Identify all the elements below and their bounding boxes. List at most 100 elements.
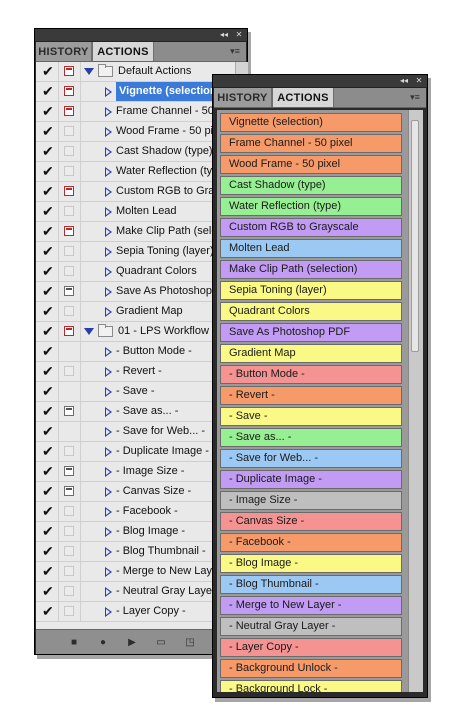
- dialog-toggle-icon[interactable]: [64, 366, 74, 376]
- action-set-label[interactable]: 01 - LPS Workflow: [118, 322, 209, 341]
- checkmark-icon[interactable]: ✔: [42, 123, 54, 139]
- toggle-item-cell[interactable]: ✔: [36, 382, 59, 401]
- toggle-item-cell[interactable]: ✔: [36, 162, 59, 181]
- action-button[interactable]: Sepia Toning (layer): [220, 281, 402, 300]
- collapse-triangle-icon[interactable]: [105, 367, 112, 377]
- collapse-triangle-icon[interactable]: [105, 347, 112, 357]
- collapse-triangle-icon[interactable]: [105, 307, 112, 317]
- checkmark-icon[interactable]: ✔: [42, 563, 54, 579]
- action-row[interactable]: ✔ - Blog Thumbnail -: [36, 542, 235, 562]
- action-button[interactable]: - Image Size -: [220, 491, 402, 510]
- checkmark-icon[interactable]: ✔: [42, 483, 54, 499]
- action-label[interactable]: Cast Shadow (type): [116, 142, 213, 161]
- panel-menu-icon[interactable]: ▾≡: [226, 42, 244, 61]
- action-button[interactable]: - Save -: [220, 407, 402, 426]
- action-label[interactable]: - Save -: [116, 382, 155, 401]
- checkmark-icon[interactable]: ✔: [42, 543, 54, 559]
- action-label[interactable]: Wood Frame - 50 pixel: [116, 122, 227, 141]
- action-row[interactable]: ✔ Wood Frame - 50 pixel: [36, 122, 235, 142]
- action-button[interactable]: - Duplicate Image -: [220, 470, 402, 489]
- collapse-triangle-icon[interactable]: [105, 487, 112, 497]
- toggle-item-cell[interactable]: ✔: [36, 302, 59, 321]
- dialog-toggle-icon[interactable]: [64, 286, 74, 296]
- action-row[interactable]: ✔ - Layer Copy -: [36, 602, 235, 622]
- checkmark-icon[interactable]: ✔: [42, 463, 54, 479]
- checkmark-icon[interactable]: ✔: [42, 323, 54, 339]
- checkmark-icon[interactable]: ✔: [42, 183, 54, 199]
- action-button[interactable]: - Button Mode -: [220, 365, 402, 384]
- action-button[interactable]: Wood Frame - 50 pixel: [220, 155, 402, 174]
- toggle-dialog-cell[interactable]: [58, 122, 81, 141]
- action-button[interactable]: Molten Lead: [220, 239, 402, 258]
- action-button[interactable]: - Canvas Size -: [220, 512, 402, 531]
- toggle-dialog-cell[interactable]: [58, 382, 81, 401]
- action-label[interactable]: - Image Size -: [116, 462, 184, 481]
- action-row[interactable]: ✔ - Blog Image -: [36, 522, 235, 542]
- record-icon[interactable]: ●: [95, 630, 111, 654]
- close-icon[interactable]: ✕: [233, 30, 245, 40]
- toggle-dialog-cell[interactable]: [58, 482, 81, 501]
- dialog-toggle-icon[interactable]: [64, 246, 74, 256]
- action-label[interactable]: - Canvas Size -: [116, 482, 191, 501]
- action-button[interactable]: - Revert -: [220, 386, 402, 405]
- action-button[interactable]: Make Clip Path (selection): [220, 260, 402, 279]
- checkmark-icon[interactable]: ✔: [42, 303, 54, 319]
- toggle-item-cell[interactable]: ✔: [36, 362, 59, 381]
- checkmark-icon[interactable]: ✔: [42, 163, 54, 179]
- action-button[interactable]: Water Reflection (type): [220, 197, 402, 216]
- toggle-dialog-cell[interactable]: [58, 142, 81, 161]
- action-row[interactable]: ✔ - Duplicate Image -: [36, 442, 235, 462]
- expand-triangle-icon[interactable]: [84, 328, 94, 335]
- toggle-item-cell[interactable]: ✔: [36, 602, 59, 621]
- dialog-toggle-icon[interactable]: [64, 166, 74, 176]
- action-label[interactable]: Quadrant Colors: [116, 262, 197, 281]
- action-label[interactable]: Vignette (selection): [116, 82, 224, 101]
- action-row[interactable]: ✔ - Save as... -: [36, 402, 235, 422]
- collapse-icon[interactable]: ◂◂: [217, 30, 231, 40]
- action-row[interactable]: ✔ Custom RGB to Grayscale: [36, 182, 235, 202]
- collapse-triangle-icon[interactable]: [105, 147, 112, 157]
- dialog-toggle-icon[interactable]: [64, 606, 74, 616]
- action-row[interactable]: ✔ - Merge to New Layer -: [36, 562, 235, 582]
- panel-titlebar[interactable]: ◂◂ ✕: [35, 29, 247, 42]
- action-label[interactable]: Molten Lead: [116, 202, 177, 221]
- action-row[interactable]: ✔ Water Reflection (type): [36, 162, 235, 182]
- collapse-triangle-icon[interactable]: [105, 607, 112, 617]
- new-set-icon[interactable]: ▭: [153, 630, 169, 654]
- collapse-triangle-icon[interactable]: [105, 127, 112, 137]
- toggle-item-cell[interactable]: ✔: [36, 442, 59, 461]
- toggle-dialog-cell[interactable]: [58, 102, 81, 121]
- action-row[interactable]: ✔ - Save for Web... -: [36, 422, 235, 442]
- toggle-item-cell[interactable]: ✔: [36, 222, 59, 241]
- scrollbar[interactable]: [408, 110, 423, 692]
- dialog-toggle-icon[interactable]: [64, 406, 74, 416]
- dialog-toggle-icon[interactable]: [64, 566, 74, 576]
- toggle-dialog-cell[interactable]: [58, 302, 81, 321]
- collapse-triangle-icon[interactable]: [105, 267, 112, 277]
- toggle-dialog-cell[interactable]: [58, 442, 81, 461]
- close-icon[interactable]: ✕: [413, 76, 425, 86]
- checkmark-icon[interactable]: ✔: [42, 523, 54, 539]
- action-button[interactable]: Gradient Map: [220, 344, 402, 363]
- collapse-triangle-icon[interactable]: [105, 587, 112, 597]
- checkmark-icon[interactable]: ✔: [42, 403, 54, 419]
- checkmark-icon[interactable]: ✔: [42, 143, 54, 159]
- collapse-triangle-icon[interactable]: [105, 547, 112, 557]
- tab-actions[interactable]: ACTIONS: [92, 42, 154, 61]
- action-button[interactable]: - Blog Image -: [220, 554, 402, 573]
- toggle-dialog-cell[interactable]: [58, 522, 81, 541]
- dialog-toggle-icon[interactable]: [64, 126, 74, 136]
- toggle-dialog-cell[interactable]: [58, 282, 81, 301]
- collapse-triangle-icon[interactable]: [105, 527, 112, 537]
- action-set-row[interactable]: ✔ 01 - LPS Workflow: [36, 322, 235, 342]
- action-button[interactable]: - Neutral Gray Layer -: [220, 617, 402, 636]
- scrollbar-thumb[interactable]: [411, 120, 419, 352]
- action-row[interactable]: ✔ Vignette (selection): [36, 82, 235, 102]
- tab-actions[interactable]: ACTIONS: [272, 88, 334, 107]
- action-row[interactable]: ✔ Sepia Toning (layer): [36, 242, 235, 262]
- toggle-dialog-cell[interactable]: [58, 582, 81, 601]
- collapse-triangle-icon[interactable]: [105, 407, 112, 417]
- toggle-dialog-cell[interactable]: [58, 342, 81, 361]
- collapse-triangle-icon[interactable]: [105, 507, 112, 517]
- action-label[interactable]: - Save as... -: [116, 402, 178, 421]
